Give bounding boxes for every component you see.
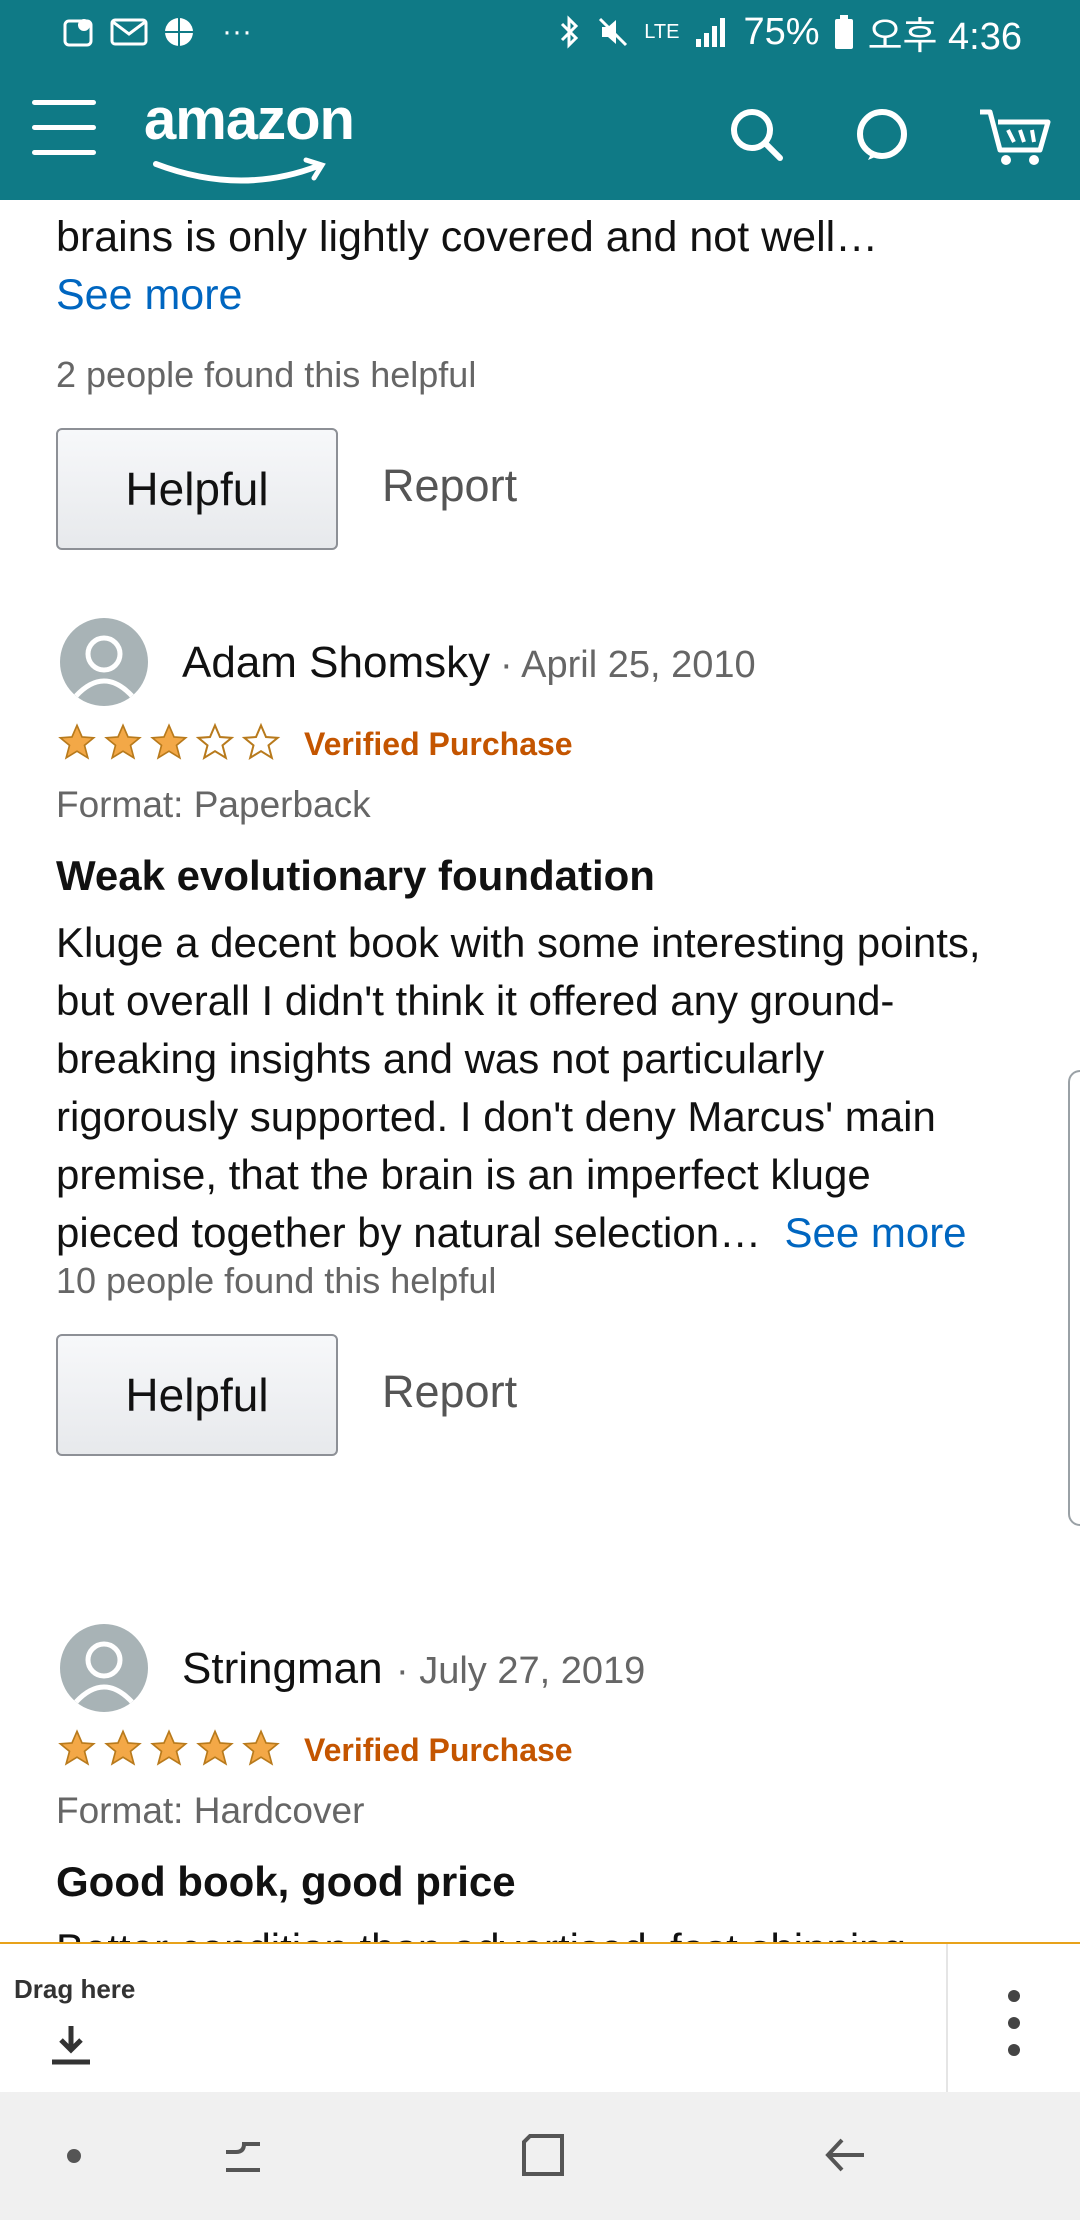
cart-icon[interactable] bbox=[976, 102, 1052, 166]
star-filled-icon bbox=[104, 1729, 142, 1766]
see-more-link[interactable]: See more bbox=[56, 266, 1024, 324]
reviewer-name[interactable]: Stringman bbox=[182, 1644, 383, 1694]
helpful-count: 10 people found this helpful bbox=[56, 1260, 497, 1301]
verified-purchase-badge: Verified Purchase bbox=[304, 1732, 573, 1768]
recents-icon[interactable] bbox=[220, 2134, 266, 2180]
clock: 오후 4:36 bbox=[867, 15, 1022, 58]
download-icon[interactable] bbox=[48, 2022, 94, 2068]
star-filled-icon bbox=[58, 1729, 96, 1766]
star-filled-icon bbox=[242, 1729, 280, 1766]
battery-percent: 75% bbox=[743, 10, 820, 53]
see-more-link[interactable]: See more bbox=[784, 1209, 966, 1256]
more-notifications: ··· bbox=[222, 15, 252, 48]
menu-icon[interactable] bbox=[32, 100, 96, 156]
star-filled-icon bbox=[58, 723, 96, 760]
star-rating bbox=[56, 722, 282, 762]
avatar bbox=[60, 618, 148, 706]
review-body-text: Kluge a decent book with some interestin… bbox=[56, 919, 981, 1256]
scroll-handle[interactable] bbox=[1068, 1070, 1080, 1526]
bluetooth-icon bbox=[561, 15, 579, 49]
star-filled-icon bbox=[196, 1729, 234, 1766]
product-format: Format: Paperback bbox=[56, 784, 371, 825]
basketball-icon bbox=[165, 18, 193, 46]
reviews-list[interactable]: brains is only lightly covered and not w… bbox=[0, 200, 1080, 1942]
divider bbox=[946, 1944, 948, 2094]
system-status: LTE 75% 오후 4:36 bbox=[558, 8, 1022, 58]
star-empty-icon bbox=[195, 722, 235, 760]
amazon-smile-icon bbox=[153, 157, 326, 184]
star-filled-icon bbox=[150, 723, 188, 760]
search-icon[interactable] bbox=[724, 102, 788, 166]
helpful-button[interactable]: Helpful bbox=[56, 1334, 338, 1456]
verified-purchase-badge: Verified Purchase bbox=[304, 726, 573, 762]
report-link[interactable]: Report bbox=[382, 460, 517, 512]
battery-icon bbox=[834, 15, 853, 49]
report-link[interactable]: Report bbox=[382, 1366, 517, 1418]
review-title: Good book, good price bbox=[56, 1858, 516, 1905]
network-type: LTE bbox=[644, 20, 680, 43]
system-nav-bar bbox=[0, 2092, 1080, 2220]
status-bar: ··· LTE 75% 오후 4:36 bbox=[0, 0, 1080, 64]
star-rating bbox=[56, 1728, 282, 1768]
home-icon[interactable] bbox=[520, 2132, 566, 2178]
helpful-button[interactable]: Helpful bbox=[56, 428, 338, 550]
star-filled-icon bbox=[150, 1729, 188, 1766]
star-empty-icon bbox=[241, 722, 281, 760]
signal-icon bbox=[695, 18, 725, 47]
notification-icons: ··· bbox=[62, 10, 252, 54]
review-title: Weak evolutionary foundation bbox=[56, 852, 655, 899]
drag-here-label: Drag here bbox=[14, 1974, 136, 2004]
dot-icon[interactable] bbox=[66, 2148, 82, 2164]
app-header: amazon bbox=[0, 64, 1080, 200]
reviewer-name[interactable]: Adam Shomsky bbox=[182, 638, 490, 688]
user-icon bbox=[74, 1641, 134, 1704]
product-format: Format: Hardcover bbox=[56, 1790, 365, 1831]
avatar bbox=[60, 1624, 148, 1712]
review-body: Kluge a decent book with some interestin… bbox=[56, 914, 984, 1262]
gmail-icon bbox=[110, 18, 148, 46]
user-icon bbox=[74, 635, 134, 698]
amazon-logo[interactable]: amazon bbox=[144, 86, 355, 153]
review-body-partial: Better condition than advertised, fast s… bbox=[56, 1920, 984, 1942]
mute-icon bbox=[599, 17, 628, 47]
previous-review-body: brains is only lightly covered and not w… bbox=[56, 213, 879, 261]
back-icon[interactable] bbox=[822, 2132, 868, 2178]
star-filled-icon bbox=[104, 723, 142, 760]
drag-drop-bar[interactable]: Drag here bbox=[0, 1942, 1080, 2094]
more-options-icon[interactable] bbox=[1002, 1988, 1026, 2058]
review-date: · July 27, 2019 bbox=[396, 1650, 646, 1692]
helpful-count: 2 people found this helpful bbox=[56, 354, 477, 395]
review-date: · April 25, 2010 bbox=[500, 644, 756, 686]
alexa-icon[interactable] bbox=[850, 102, 914, 166]
google-maps-icon bbox=[63, 19, 93, 47]
